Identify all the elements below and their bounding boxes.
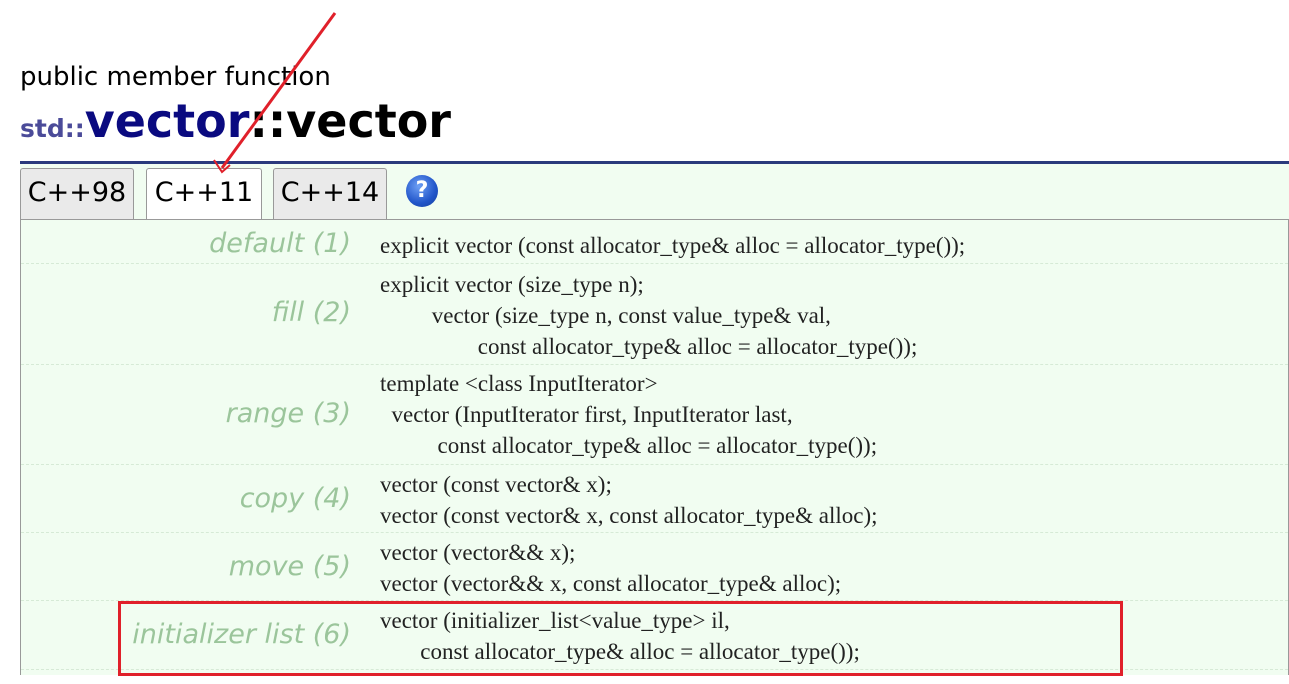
annotation-arrow [213, 12, 337, 174]
